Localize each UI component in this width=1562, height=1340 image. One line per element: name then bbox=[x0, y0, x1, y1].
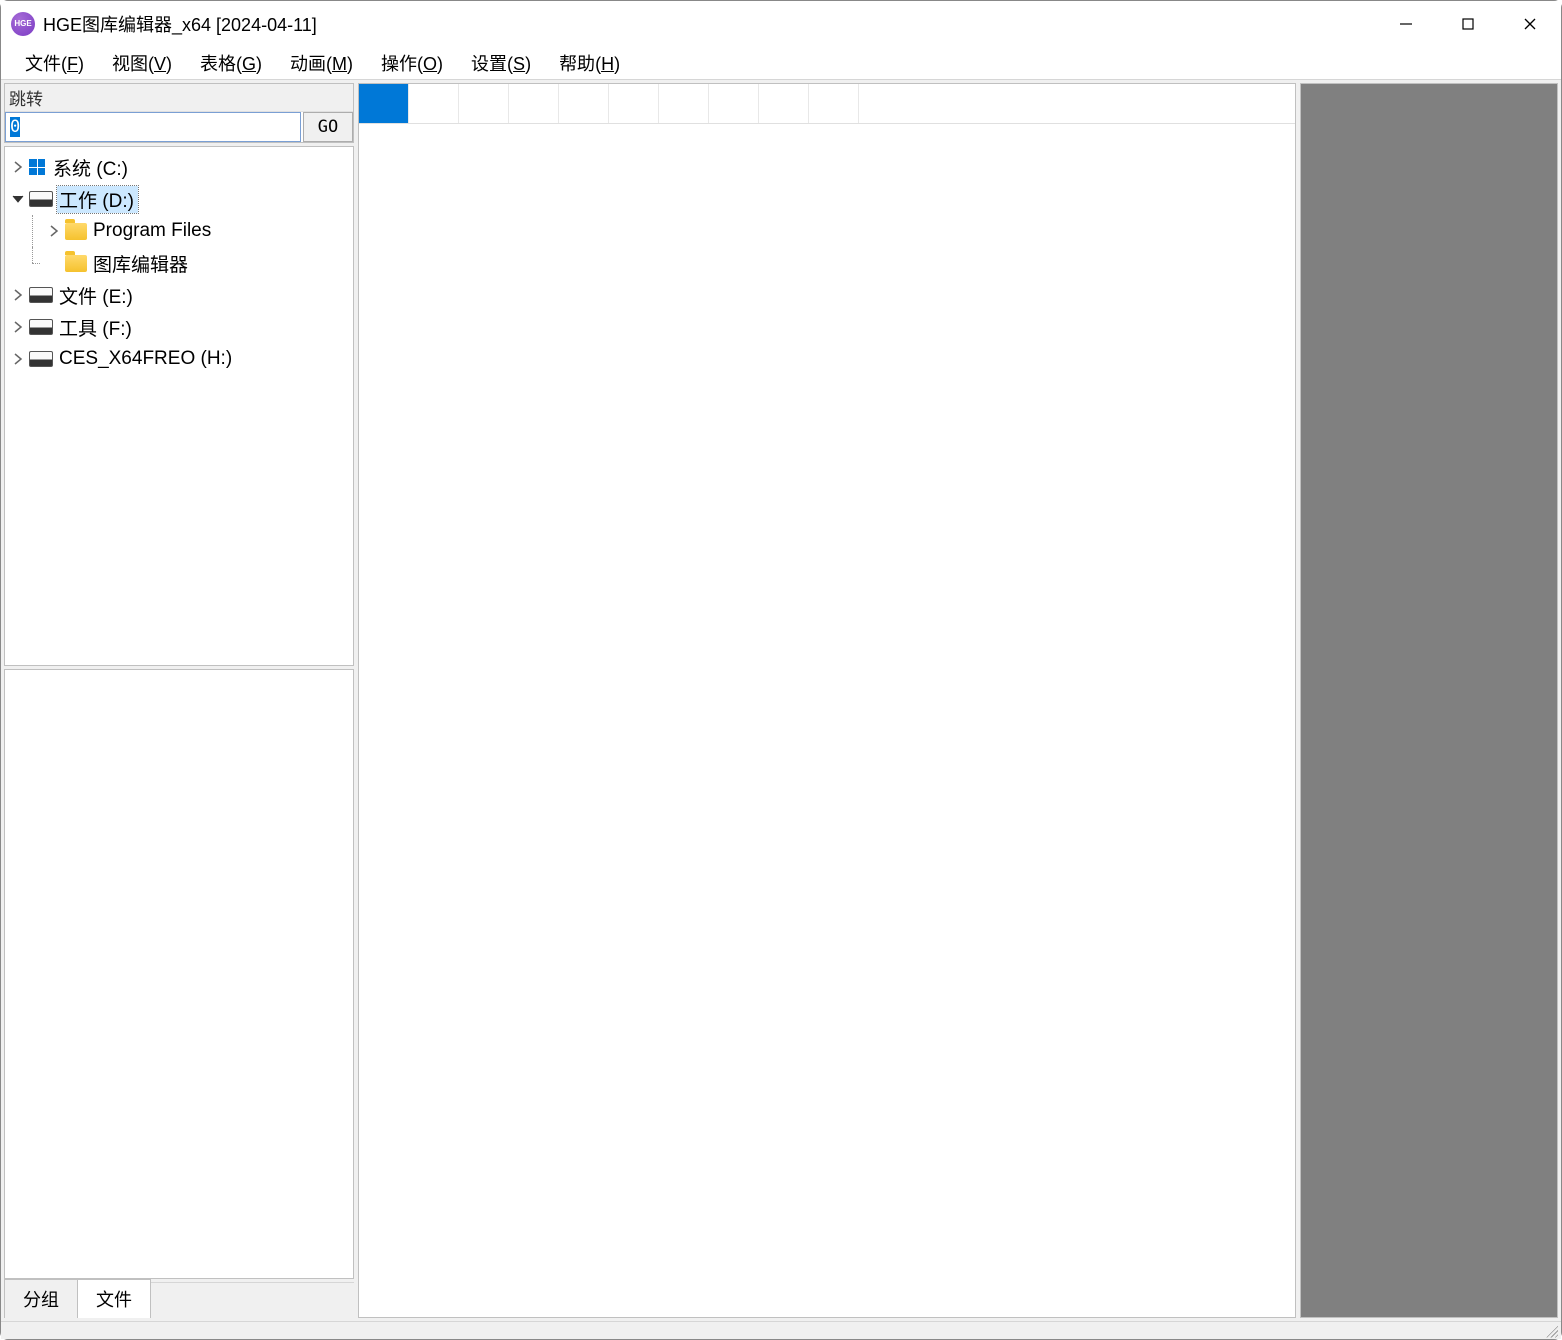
tab-file[interactable]: 文件 bbox=[77, 1279, 151, 1318]
go-button[interactable]: GO bbox=[303, 112, 353, 142]
grid-cell[interactable] bbox=[809, 84, 859, 123]
tree-node-editor-folder[interactable]: 图库编辑器 bbox=[5, 247, 353, 279]
menu-file[interactable]: 文件(F) bbox=[11, 46, 98, 80]
windows-drive-icon bbox=[29, 159, 45, 175]
tab-group[interactable]: 分组 bbox=[4, 1279, 78, 1318]
grid-cell[interactable] bbox=[459, 84, 509, 123]
info-panel bbox=[4, 669, 354, 1279]
grid-cell[interactable] bbox=[409, 84, 459, 123]
tree-node-drive-f[interactable]: 工具 (F:) bbox=[5, 311, 353, 343]
tree-node-drive-d[interactable]: 工作 (D:) bbox=[5, 183, 353, 215]
minimize-button[interactable] bbox=[1375, 1, 1437, 46]
grid-row[interactable] bbox=[359, 84, 1295, 124]
left-panel: 跳转 GO 系统 (C:) 工作 (D:) Program Files bbox=[4, 83, 354, 1318]
grid-cell[interactable] bbox=[359, 84, 409, 123]
tree-label: CES_X64FREO (H:) bbox=[57, 348, 232, 370]
drive-icon bbox=[29, 287, 53, 303]
chevron-right-icon[interactable] bbox=[9, 318, 27, 336]
menu-table[interactable]: 表格(G) bbox=[186, 46, 276, 80]
tree-label: Program Files bbox=[91, 220, 211, 242]
statusbar bbox=[1, 1321, 1561, 1339]
chevron-right-icon[interactable] bbox=[9, 286, 27, 304]
left-panel-tabs: 分组 文件 bbox=[4, 1282, 354, 1318]
jump-label: 跳转 bbox=[5, 84, 353, 112]
tree-label: 文件 (E:) bbox=[57, 282, 133, 309]
drive-icon bbox=[29, 319, 53, 335]
chevron-right-icon[interactable] bbox=[45, 222, 63, 240]
tree-label: 系统 (C:) bbox=[51, 154, 128, 181]
jump-box: 跳转 GO bbox=[4, 83, 354, 143]
tree-node-drive-e[interactable]: 文件 (E:) bbox=[5, 279, 353, 311]
resize-grip[interactable] bbox=[1544, 1324, 1558, 1338]
titlebar: HGE HGE图库编辑器_x64 [2024-04-11] bbox=[1, 1, 1561, 46]
grid-cell[interactable] bbox=[509, 84, 559, 123]
preview-panel bbox=[1300, 83, 1558, 1318]
window-controls bbox=[1375, 1, 1561, 46]
jump-input[interactable] bbox=[5, 112, 301, 142]
center-panel bbox=[358, 83, 1296, 1318]
folder-icon bbox=[65, 223, 87, 240]
menu-action[interactable]: 操作(O) bbox=[367, 46, 457, 80]
file-tree[interactable]: 系统 (C:) 工作 (D:) Program Files 图库编辑器 bbox=[4, 146, 354, 666]
menu-settings[interactable]: 设置(S) bbox=[457, 46, 545, 80]
tree-label: 工具 (F:) bbox=[57, 314, 132, 341]
folder-icon bbox=[65, 255, 87, 272]
tree-node-drive-c[interactable]: 系统 (C:) bbox=[5, 151, 353, 183]
main-area: 跳转 GO 系统 (C:) 工作 (D:) Program Files bbox=[1, 80, 1561, 1321]
tree-node-program-files[interactable]: Program Files bbox=[5, 215, 353, 247]
drive-icon bbox=[29, 351, 53, 367]
tree-label: 工作 (D:) bbox=[57, 186, 134, 213]
maximize-button[interactable] bbox=[1437, 1, 1499, 46]
menubar: 文件(F) 视图(V) 表格(G) 动画(M) 操作(O) 设置(S) 帮助(H… bbox=[1, 46, 1561, 80]
app-icon: HGE bbox=[11, 12, 35, 36]
chevron-down-icon[interactable] bbox=[9, 190, 27, 208]
chevron-right-icon[interactable] bbox=[9, 158, 27, 176]
grid-cell[interactable] bbox=[659, 84, 709, 123]
tree-label: 图库编辑器 bbox=[91, 250, 188, 277]
menu-help[interactable]: 帮助(H) bbox=[545, 46, 634, 80]
chevron-right-icon[interactable] bbox=[9, 350, 27, 368]
tree-node-drive-h[interactable]: CES_X64FREO (H:) bbox=[5, 343, 353, 375]
grid-cell[interactable] bbox=[559, 84, 609, 123]
close-button[interactable] bbox=[1499, 1, 1561, 46]
grid-cell[interactable] bbox=[759, 84, 809, 123]
grid-cell[interactable] bbox=[609, 84, 659, 123]
drive-icon bbox=[29, 191, 53, 207]
window-title: HGE图库编辑器_x64 [2024-04-11] bbox=[43, 11, 317, 37]
menu-anim[interactable]: 动画(M) bbox=[276, 46, 367, 80]
menu-view[interactable]: 视图(V) bbox=[98, 46, 186, 80]
grid-cell[interactable] bbox=[709, 84, 759, 123]
